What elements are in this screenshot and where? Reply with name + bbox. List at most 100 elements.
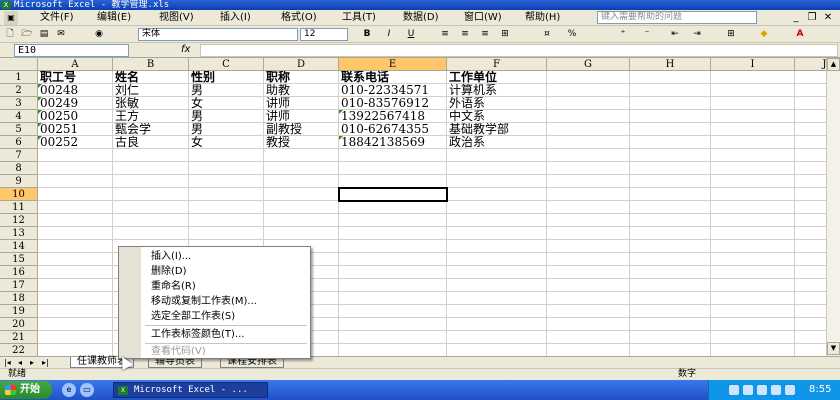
cell-c1[interactable]: 性别 <box>189 71 264 84</box>
row-header-18[interactable]: 18 <box>0 292 38 305</box>
cell-i14[interactable] <box>711 240 795 253</box>
start-button[interactable]: 开始 <box>0 381 52 399</box>
row-header-12[interactable]: 12 <box>0 214 38 227</box>
cell-g7[interactable] <box>547 149 630 162</box>
increase-indent-icon[interactable]: ⇥ <box>690 28 704 41</box>
cell-e22[interactable] <box>339 344 447 356</box>
row-header-1[interactable]: 1 <box>0 71 38 84</box>
currency-icon[interactable]: ¤ <box>540 28 554 41</box>
cell-h15[interactable] <box>630 253 711 266</box>
column-header-b[interactable]: B <box>113 58 189 71</box>
cell-f5[interactable]: 基础教学部 <box>447 123 547 136</box>
cell-e21[interactable] <box>339 331 447 344</box>
cell-c13[interactable] <box>189 227 264 240</box>
ie-icon[interactable]: e <box>62 383 76 397</box>
cell-a10[interactable] <box>38 188 113 201</box>
cell-c7[interactable] <box>189 149 264 162</box>
cell-e12[interactable] <box>339 214 447 227</box>
cell-j17[interactable] <box>795 279 826 292</box>
column-header-g[interactable]: G <box>547 58 630 71</box>
cell-a15[interactable] <box>38 253 113 266</box>
cell-i19[interactable] <box>711 305 795 318</box>
cell-f7[interactable] <box>447 149 547 162</box>
restore-button[interactable]: ❐ <box>806 12 818 24</box>
cell-g3[interactable] <box>547 97 630 110</box>
cell-i10[interactable] <box>711 188 795 201</box>
cell-a14[interactable] <box>38 240 113 253</box>
cell-j8[interactable] <box>795 162 826 175</box>
cell-h21[interactable] <box>630 331 711 344</box>
row-header-17[interactable]: 17 <box>0 279 38 292</box>
italic-button[interactable]: I <box>382 28 396 41</box>
cell-g22[interactable] <box>547 344 630 356</box>
cell-c12[interactable] <box>189 214 264 227</box>
cell-h22[interactable] <box>630 344 711 356</box>
cell-g11[interactable] <box>547 201 630 214</box>
cell-c3[interactable]: 女 <box>189 97 264 110</box>
cell-j11[interactable] <box>795 201 826 214</box>
cell-j3[interactable] <box>795 97 826 110</box>
volume-icon[interactable] <box>757 385 767 395</box>
cell-i22[interactable] <box>711 344 795 356</box>
cell-h3[interactable] <box>630 97 711 110</box>
cell-h20[interactable] <box>630 318 711 331</box>
cell-f15[interactable] <box>447 253 547 266</box>
row-header-3[interactable]: 3 <box>0 97 38 110</box>
cell-e15[interactable] <box>339 253 447 266</box>
cell-b7[interactable] <box>113 149 189 162</box>
cell-g17[interactable] <box>547 279 630 292</box>
cell-e4[interactable]: 13922567418 <box>339 110 447 123</box>
cell-i12[interactable] <box>711 214 795 227</box>
column-header-i[interactable]: I <box>711 58 795 71</box>
cell-a17[interactable] <box>38 279 113 292</box>
cell-f20[interactable] <box>447 318 547 331</box>
fill-color-icon[interactable]: ◆ <box>757 28 771 41</box>
cell-i5[interactable] <box>711 123 795 136</box>
cell-d5[interactable]: 副教授 <box>264 123 339 136</box>
font-size-select[interactable]: 12 <box>300 28 348 41</box>
cell-f16[interactable] <box>447 266 547 279</box>
cell-c5[interactable]: 男 <box>189 123 264 136</box>
cell-a2[interactable]: 00248 <box>38 84 113 97</box>
cell-a9[interactable] <box>38 175 113 188</box>
document-icon[interactable]: ▣ <box>4 11 18 25</box>
cell-g21[interactable] <box>547 331 630 344</box>
cell-i9[interactable] <box>711 175 795 188</box>
cell-i3[interactable] <box>711 97 795 110</box>
cell-f12[interactable] <box>447 214 547 227</box>
menu-window[interactable]: 窗口(W) <box>464 11 502 25</box>
cell-i17[interactable] <box>711 279 795 292</box>
cell-a22[interactable] <box>38 344 113 356</box>
cell-e19[interactable] <box>339 305 447 318</box>
cell-b12[interactable] <box>113 214 189 227</box>
align-left-icon[interactable]: ≡ <box>438 28 452 41</box>
security-icon[interactable] <box>771 385 781 395</box>
cell-d3[interactable]: 讲师 <box>264 97 339 110</box>
select-all-corner[interactable] <box>0 58 38 71</box>
cell-g14[interactable] <box>547 240 630 253</box>
cell-e17[interactable] <box>339 279 447 292</box>
cell-a19[interactable] <box>38 305 113 318</box>
cell-g16[interactable] <box>547 266 630 279</box>
cell-f2[interactable]: 计算机系 <box>447 84 547 97</box>
tab-first-icon[interactable]: |◂ <box>4 357 11 368</box>
cell-c6[interactable]: 女 <box>189 136 264 149</box>
cell-h16[interactable] <box>630 266 711 279</box>
new-file-icon[interactable]: 🗋 <box>3 28 17 41</box>
row-header-5[interactable]: 5 <box>0 123 38 136</box>
row-header-9[interactable]: 9 <box>0 175 38 188</box>
open-folder-icon[interactable]: 🗁 <box>20 28 34 41</box>
cell-j5[interactable] <box>795 123 826 136</box>
cell-j9[interactable] <box>795 175 826 188</box>
cell-e13[interactable] <box>339 227 447 240</box>
cell-d10[interactable] <box>264 188 339 201</box>
row-header-14[interactable]: 14 <box>0 240 38 253</box>
minimize-button[interactable]: _ <box>790 12 802 24</box>
cell-i7[interactable] <box>711 149 795 162</box>
column-header-f[interactable]: F <box>447 58 547 71</box>
cell-j19[interactable] <box>795 305 826 318</box>
cell-j10[interactable] <box>795 188 826 201</box>
cell-f1[interactable]: 工作单位 <box>447 71 547 84</box>
name-box[interactable]: E10 <box>14 44 129 57</box>
menu-item-select-all[interactable]: 选定全部工作表(S) <box>151 309 235 324</box>
